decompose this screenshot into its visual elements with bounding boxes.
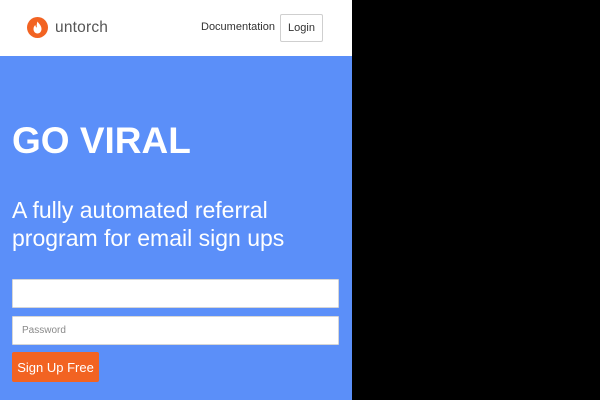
brand-name: untorch — [55, 18, 109, 36]
site-header: untorch Documentation Login — [0, 0, 352, 56]
hero-section: GO VIRAL A fully automated referral prog… — [0, 56, 352, 400]
flame-icon-svg — [33, 21, 42, 34]
sign-up-button[interactable]: Sign Up Free — [12, 352, 99, 382]
flame-icon — [27, 17, 48, 38]
documentation-link[interactable]: Documentation — [201, 21, 275, 33]
password-input[interactable] — [12, 316, 339, 345]
hero-subheadline: A fully automated referral program for e… — [12, 197, 285, 251]
hero-headline: GO VIRAL — [12, 120, 191, 161]
browser-viewport: untorch Documentation Login GO VIRAL A f… — [0, 0, 352, 400]
brand-logo-link[interactable]: untorch — [27, 17, 108, 38]
email-input[interactable] — [12, 279, 339, 308]
login-button[interactable]: Login — [280, 14, 323, 42]
outside-viewport-area — [352, 0, 600, 400]
